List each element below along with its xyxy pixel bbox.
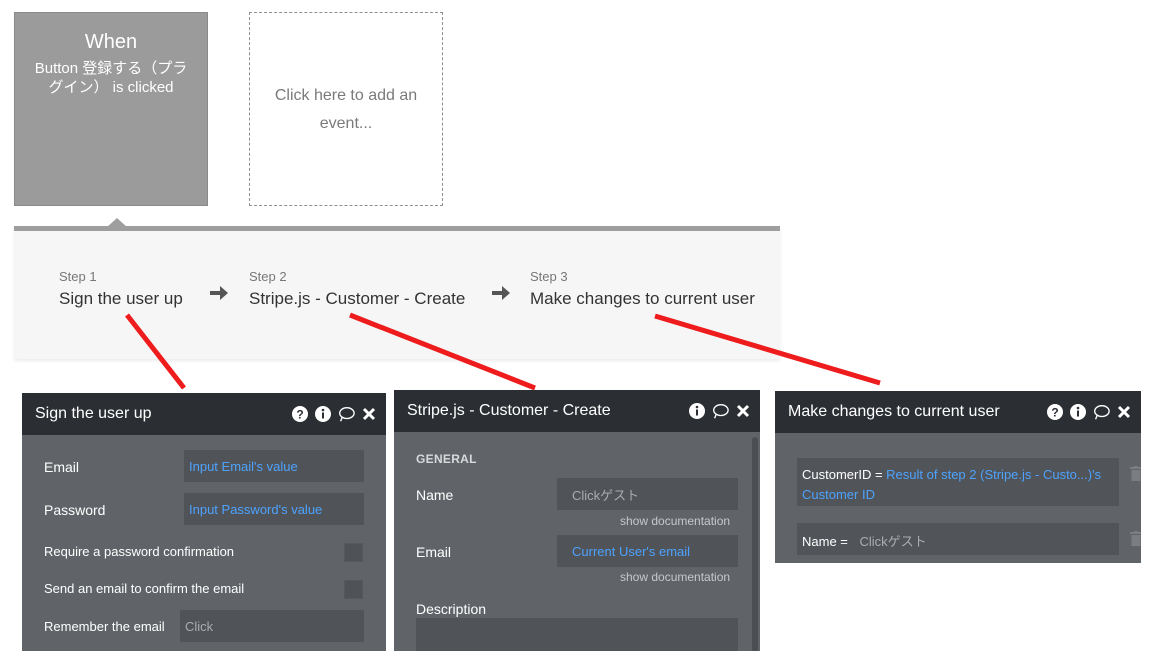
comment-icon[interactable] xyxy=(711,402,729,420)
panel-scrollbar[interactable] xyxy=(752,437,758,651)
show-documentation-link[interactable]: show documentation xyxy=(620,570,730,584)
sign-up-panel: Sign the user up ? Email Input Email's v… xyxy=(22,393,386,651)
description-label: Description xyxy=(416,601,487,617)
email-label: Email xyxy=(416,544,452,560)
workflow-step-bar: Step 1 Sign the user up Step 2 Stripe.js… xyxy=(14,226,780,359)
trash-icon[interactable] xyxy=(1130,531,1141,546)
step-3-name: Make changes to current user xyxy=(530,289,755,308)
email-label: Email xyxy=(44,459,80,475)
panel-title: Sign the user up xyxy=(35,405,152,422)
require-confirmation-label: Require a password confirmation xyxy=(44,544,235,559)
panel-header: Stripe.js - Customer - Create xyxy=(394,390,760,432)
panel-header-icons xyxy=(688,402,752,420)
help-icon[interactable]: ? xyxy=(291,405,309,423)
svg-text:?: ? xyxy=(1051,406,1058,420)
customerid-field-row[interactable]: CustomerID = Result of step 2 (Stripe.js… xyxy=(797,458,1141,506)
event-trigger-text: Button 登録する（プラグイン） is clicked xyxy=(34,60,188,96)
event-trigger-card[interactable]: When Button 登録する（プラグイン） is clicked xyxy=(14,12,208,206)
step-2-number: Step 2 xyxy=(249,269,287,284)
password-label: Password xyxy=(44,502,106,518)
show-documentation-link[interactable]: show documentation xyxy=(620,514,730,528)
name-label: Name xyxy=(416,487,454,503)
general-section-header: GENERAL xyxy=(416,452,477,466)
step-3[interactable]: Step 3 Make changes to current user xyxy=(530,269,755,309)
panel-header-icons: ? xyxy=(1046,403,1133,421)
event-trigger-title: When xyxy=(84,31,138,53)
info-icon[interactable] xyxy=(688,402,706,420)
add-event-button[interactable]: Click here to add an event... xyxy=(249,12,443,206)
name-field-row[interactable]: Name = Clickゲスト xyxy=(797,523,1141,555)
step-2-name: Stripe.js - Customer - Create xyxy=(249,289,466,308)
step-1-number: Step 1 xyxy=(59,269,97,284)
make-changes-panel: Make changes to current user ? CustomerI… xyxy=(775,391,1141,563)
info-icon[interactable] xyxy=(1069,403,1087,421)
help-icon[interactable]: ? xyxy=(1046,403,1064,421)
send-email-label: Send an email to confirm the email xyxy=(44,581,245,596)
step-1[interactable]: Step 1 Sign the user up xyxy=(59,269,183,309)
step-2[interactable]: Step 2 Stripe.js - Customer - Create xyxy=(249,269,465,309)
remember-email-field[interactable]: Click xyxy=(180,610,364,642)
comment-icon[interactable] xyxy=(1092,403,1110,421)
name-field[interactable]: Clickゲスト xyxy=(557,478,738,510)
panel-header: Sign the user up ? xyxy=(22,393,386,435)
panel-title: Stripe.js - Customer - Create xyxy=(407,402,611,419)
name-value: Clickゲスト xyxy=(859,534,927,549)
panel-header: Make changes to current user ? xyxy=(775,391,1141,433)
name-key: Name = xyxy=(802,534,852,549)
email-field[interactable]: Current User's email xyxy=(557,535,738,567)
remember-email-label: Remember the email xyxy=(44,619,165,634)
require-confirmation-checkbox[interactable] xyxy=(344,543,363,562)
comment-icon[interactable] xyxy=(337,405,355,423)
customerid-key: CustomerID = xyxy=(802,467,887,482)
panel-title: Make changes to current user xyxy=(788,403,1000,420)
stripe-customer-panel: Stripe.js - Customer - Create GENERAL Na… xyxy=(394,390,760,651)
password-field[interactable]: Input Password's value xyxy=(184,493,364,525)
close-icon[interactable] xyxy=(360,405,378,423)
close-icon[interactable] xyxy=(734,402,752,420)
trash-icon[interactable] xyxy=(1130,466,1141,481)
send-email-checkbox[interactable] xyxy=(344,580,363,599)
arrow-right-icon xyxy=(210,286,228,300)
panel-header-icons: ? xyxy=(291,405,378,423)
info-icon[interactable] xyxy=(314,405,332,423)
step-1-name: Sign the user up xyxy=(59,289,183,308)
close-icon[interactable] xyxy=(1115,403,1133,421)
svg-text:?: ? xyxy=(296,408,303,422)
description-field[interactable] xyxy=(416,618,738,651)
arrow-right-icon xyxy=(492,286,510,300)
step-3-number: Step 3 xyxy=(530,269,568,284)
email-field[interactable]: Input Email's value xyxy=(184,450,364,482)
